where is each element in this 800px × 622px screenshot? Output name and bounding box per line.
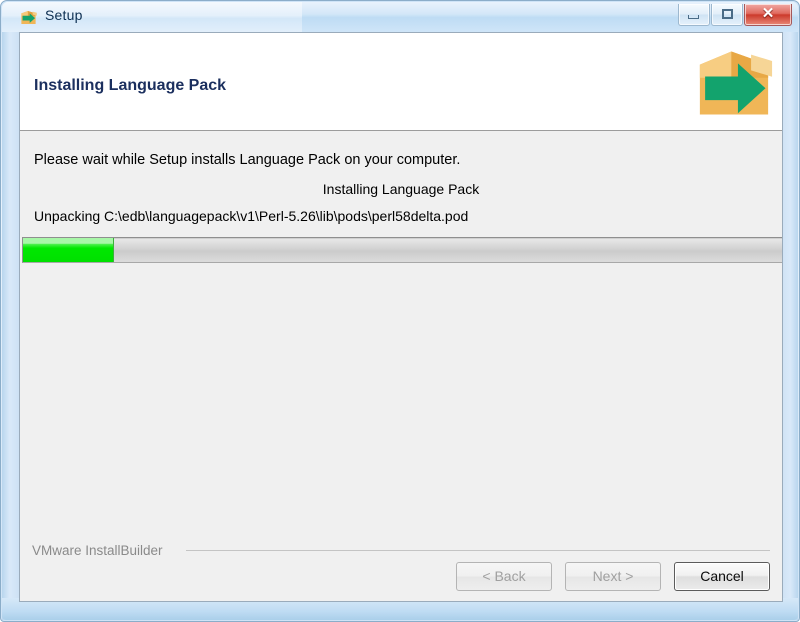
dialog-body: Please wait while Setup installs Languag… [20, 131, 782, 601]
page-title: Installing Language Pack [34, 77, 227, 94]
progress-bar [22, 237, 782, 263]
installbuilder-brand: VMware InstallBuilder [32, 543, 163, 558]
title-bar[interactable]: Setup ✕ [2, 2, 798, 32]
installer-box-arrow-icon [692, 41, 776, 125]
next-button[interactable]: Next > [565, 562, 661, 591]
instruction-text: Please wait while Setup installs Languag… [34, 152, 461, 168]
setup-window: Setup ✕ Installing Language Pack Please … [0, 0, 800, 622]
cancel-button[interactable]: Cancel [674, 562, 770, 591]
button-bar: < Back Next > Cancel [456, 562, 770, 591]
progress-bar-fill [23, 238, 115, 262]
dialog-client-area: Installing Language Pack Please wait whi… [19, 32, 783, 602]
back-button[interactable]: < Back [456, 562, 552, 591]
close-button[interactable]: ✕ [744, 4, 792, 26]
window-frame-left [2, 31, 19, 620]
dialog-header: Installing Language Pack [20, 33, 782, 131]
footer-divider [186, 550, 770, 551]
window-frame-right [781, 31, 798, 620]
installer-box-arrow-icon [19, 8, 38, 27]
window-title: Setup [45, 7, 83, 23]
window-controls: ✕ [678, 4, 792, 26]
maximize-icon [722, 9, 733, 19]
minimize-button[interactable] [678, 4, 710, 26]
close-icon: ✕ [761, 5, 775, 22]
status-text: Installing Language Pack [322, 181, 480, 197]
current-file-text: Unpacking C:\edb\languagepack\v1\Perl-5.… [34, 208, 469, 224]
minimize-icon [688, 15, 699, 19]
maximize-button[interactable] [711, 4, 743, 26]
